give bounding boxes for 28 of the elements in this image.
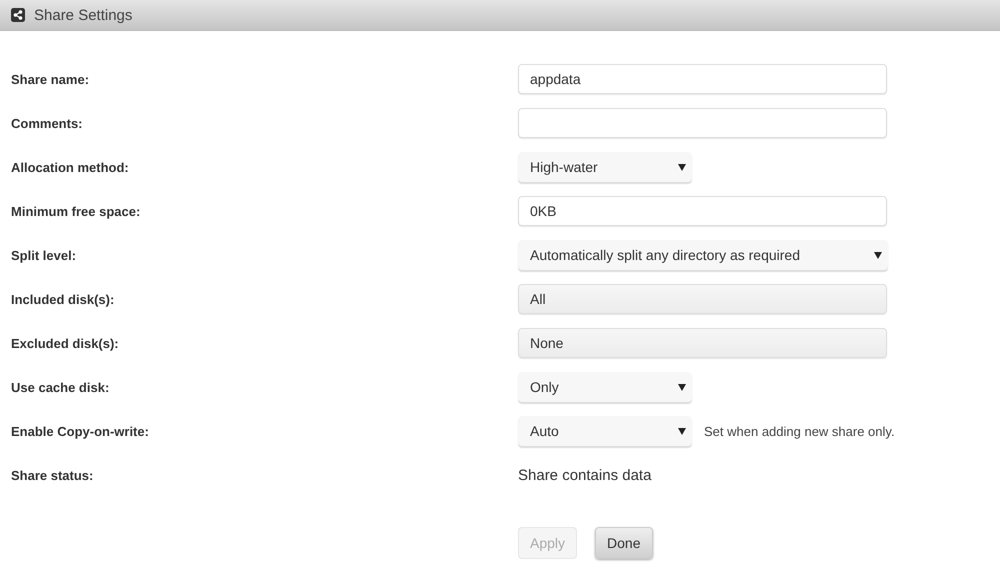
- dropdown[interactable]: Only: [518, 372, 692, 402]
- hint-text: Set when adding new share only.: [704, 424, 895, 438]
- field-label: Share name:: [10, 72, 90, 86]
- share-icon: [11, 8, 25, 22]
- disk-field[interactable]: All: [518, 284, 887, 314]
- caret-icon: [678, 163, 686, 171]
- form-button[interactable]: Done: [595, 527, 652, 559]
- section-title: Share Settings: [34, 6, 132, 24]
- status-text: Share contains data: [518, 466, 652, 484]
- dropdown[interactable]: Automatically split any directory as required: [518, 240, 888, 270]
- dropdown[interactable]: Auto: [518, 416, 692, 446]
- dropdown[interactable]: High-water: [518, 152, 692, 182]
- field-label: Minimum free space:: [10, 204, 142, 218]
- caret-icon: [874, 251, 882, 259]
- field-label: Share status:: [10, 468, 94, 482]
- input-field[interactable]: [518, 108, 887, 138]
- input-field[interactable]: appdata: [518, 64, 887, 94]
- caret-icon: [678, 427, 686, 435]
- field-label: Included disk(s):: [10, 292, 116, 306]
- input-field[interactable]: 0KB: [518, 196, 887, 226]
- field-label: Comments:: [10, 116, 84, 130]
- field-label: Split level:: [10, 248, 78, 262]
- field-label: Enable Copy-on-write:: [10, 424, 150, 438]
- field-label: Excluded disk(s):: [10, 336, 120, 350]
- disk-field[interactable]: None: [518, 328, 887, 358]
- field-label: Use cache disk:: [10, 380, 110, 394]
- field-label: Allocation method:: [10, 160, 130, 174]
- caret-icon: [678, 383, 686, 391]
